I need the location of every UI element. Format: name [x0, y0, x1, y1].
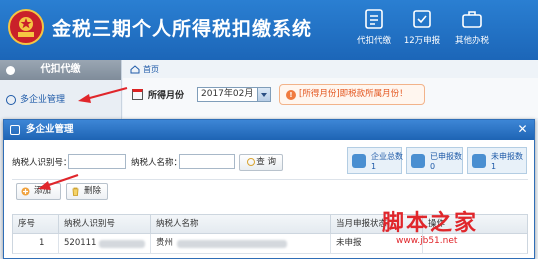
app-header: 金税三期个人所得税扣缴系统 代扣代缴 12万申报 其他办税 [0, 0, 538, 60]
delete-button[interactable]: 删除 [66, 183, 108, 200]
people-icon [352, 154, 366, 168]
collapse-icon [6, 66, 15, 75]
period-select[interactable]: 2017年02月 [197, 87, 271, 102]
query-button[interactable]: 查 询 [239, 154, 283, 171]
stat-value: 1 [371, 162, 377, 171]
dialog-title: 多企业管理 [26, 124, 74, 135]
top-button-120k-declaration[interactable]: 12万申报 [400, 8, 444, 56]
top-button-withholding[interactable]: 代扣代缴 [352, 8, 396, 56]
chevron-down-icon[interactable] [257, 88, 270, 101]
top-button-label: 其他办税 [454, 36, 489, 46]
stat-total-enterprises[interactable]: 企业总数 1 [347, 147, 403, 174]
breadcrumb-home[interactable]: 首页 [143, 64, 159, 75]
cell-taxpayer-id-text: 520111 [64, 238, 97, 248]
redacted-blur [99, 240, 145, 248]
column-header-taxpayer-id: 纳税人识别号 [59, 215, 151, 233]
search-icon [247, 158, 255, 166]
divider [12, 179, 528, 180]
home-icon [130, 64, 140, 73]
breadcrumb: 首页 [130, 62, 159, 76]
taxpayer-id-label: 纳税人识别号： [12, 158, 72, 168]
top-button-label: 代扣代缴 [356, 36, 391, 46]
taxpayer-id-input[interactable] [68, 154, 126, 169]
add-button[interactable]: 添加 [16, 183, 61, 200]
close-icon[interactable]: ✕ [516, 123, 529, 136]
period-notice: ! [所得月份]即税款所属月份！ [279, 84, 425, 105]
cell-taxpayer-id: 520111 [59, 234, 151, 253]
taxpayer-name-input[interactable] [179, 154, 235, 169]
briefcase-icon [462, 11, 482, 28]
tax-form-icon [365, 9, 383, 29]
period-label-text: 所得月份 [148, 91, 185, 101]
watermark-main: 脚本之家 [382, 210, 479, 236]
column-header-taxpayer-name: 纳税人名称 [151, 215, 331, 233]
top-button-other-tax[interactable]: 其他办税 [450, 8, 494, 56]
declaration-icon [413, 10, 431, 28]
column-header-index: 序号 [13, 215, 59, 233]
trash-icon [72, 187, 79, 196]
sidebar-header-label: 代扣代缴 [40, 64, 81, 75]
cell-taxpayer-name-text: 贵州 [156, 238, 174, 248]
taxpayer-name-label: 纳税人名称： [131, 158, 183, 168]
stat-value: 1 [491, 162, 497, 171]
add-button-label: 添加 [34, 186, 52, 196]
sidebar-header[interactable]: 代扣代缴 [0, 60, 121, 80]
enterprise-icon [6, 95, 16, 105]
dialog-title-bar: 多企业管理 ✕ [4, 120, 534, 140]
stat-title: 未申报数 [491, 152, 523, 161]
delete-button-label: 删除 [84, 186, 102, 196]
alert-icon: ! [286, 89, 296, 100]
national-emblem-icon [8, 9, 44, 45]
plus-icon [21, 187, 30, 196]
window-icon [10, 125, 20, 135]
period-notice-text: [所得月份]即税款所属月份！ [299, 89, 408, 99]
period-select-value: 2017年02月 [201, 89, 254, 99]
stat-value: 0 [430, 162, 436, 171]
top-button-label: 12万申报 [403, 36, 441, 46]
watermark-url: www.jb51.net [396, 236, 458, 246]
calendar-icon [132, 89, 143, 100]
stat-title: 已申报数 [430, 152, 462, 161]
stat-title: 企业总数 [371, 152, 403, 161]
stat-undeclared[interactable]: 未申报数 1 [467, 147, 527, 174]
watermark: 脚本之家 www.jb51.net [382, 205, 532, 255]
period-label: 所得月份 [132, 88, 184, 101]
sidebar-item-multi-enterprise[interactable]: 多企业管理 [6, 93, 65, 107]
query-button-label: 查 询 [256, 157, 276, 167]
app-title: 金税三期个人所得税扣缴系统 [52, 18, 313, 40]
redacted-blur [177, 240, 287, 248]
declared-icon [411, 154, 425, 168]
cell-taxpayer-name: 贵州 [151, 234, 331, 253]
cell-index: 1 [13, 234, 59, 253]
stat-declared[interactable]: 已申报数 0 [406, 147, 463, 174]
sidebar-item-label: 多企业管理 [20, 95, 66, 105]
undeclared-icon [472, 154, 486, 168]
